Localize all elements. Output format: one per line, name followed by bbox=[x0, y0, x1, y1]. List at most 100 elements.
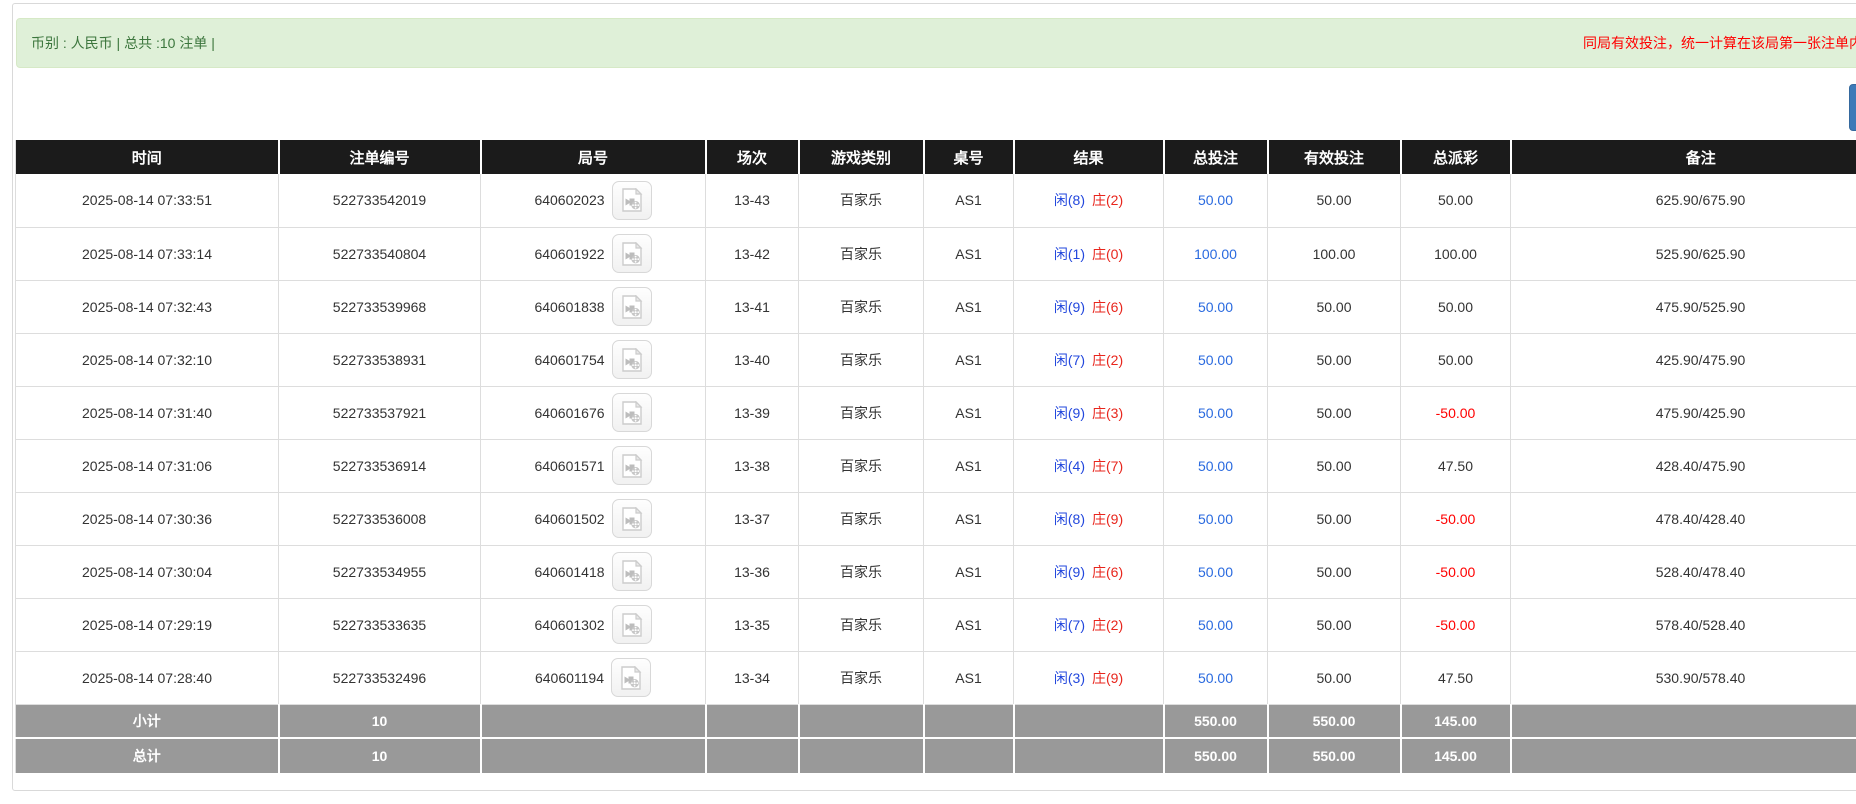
cell-round-number: 640601194 bbox=[481, 651, 706, 704]
total-bet-link[interactable]: 50.00 bbox=[1198, 405, 1233, 421]
result-player: 闲(9) bbox=[1054, 405, 1085, 421]
video-playback-button[interactable] bbox=[612, 234, 652, 273]
cell-game-type: 百家乐 bbox=[799, 545, 924, 598]
cell-remark: 475.90/425.90 bbox=[1511, 386, 1856, 439]
cell-bet-number: 522733533635 bbox=[279, 598, 481, 651]
cell-table-number: AS1 bbox=[924, 280, 1014, 333]
cell-payout: 47.50 bbox=[1401, 651, 1511, 704]
result-banker: 庄(9) bbox=[1092, 511, 1123, 527]
cell-session: 13-35 bbox=[706, 598, 799, 651]
cell-bet-number: 522733540804 bbox=[279, 227, 481, 280]
column-header: 总投注 bbox=[1164, 140, 1268, 174]
cell-time: 2025-08-14 07:32:43 bbox=[16, 280, 279, 333]
round-number-text: 640601302 bbox=[534, 617, 604, 633]
cell-valid-bet: 50.00 bbox=[1268, 492, 1401, 545]
cell-session: 13-37 bbox=[706, 492, 799, 545]
cell-table-number: AS1 bbox=[924, 333, 1014, 386]
cell-total-bet: 50.00 bbox=[1164, 598, 1268, 651]
cell-valid-bet: 50.00 bbox=[1268, 651, 1401, 704]
cell-round-number: 640601838 bbox=[481, 280, 706, 333]
total-bet-link[interactable]: 50.00 bbox=[1198, 352, 1233, 368]
cell-result: 闲(7)庄(2) bbox=[1014, 598, 1164, 651]
video-playback-button[interactable] bbox=[612, 446, 652, 485]
summary-valid-bet: 550.00 bbox=[1268, 738, 1401, 773]
cell-payout: -50.00 bbox=[1401, 386, 1511, 439]
video-playback-button[interactable] bbox=[612, 605, 652, 644]
table-row: 2025-08-14 07:33:51 522733542019 6406020… bbox=[16, 174, 1856, 227]
result-banker: 庄(2) bbox=[1092, 617, 1123, 633]
summary-count: 10 bbox=[279, 738, 481, 773]
video-playback-button[interactable] bbox=[612, 393, 652, 432]
result-banker: 庄(7) bbox=[1092, 458, 1123, 474]
video-playback-icon bbox=[621, 242, 643, 266]
cell-round-number: 640601502 bbox=[481, 492, 706, 545]
cell-time: 2025-08-14 07:31:06 bbox=[16, 439, 279, 492]
cell-total-bet: 100.00 bbox=[1164, 227, 1268, 280]
cell-round-number: 640601418 bbox=[481, 545, 706, 598]
video-playback-button[interactable] bbox=[612, 340, 652, 379]
cell-result: 闲(8)庄(9) bbox=[1014, 492, 1164, 545]
cell-table-number: AS1 bbox=[924, 439, 1014, 492]
cell-valid-bet: 50.00 bbox=[1268, 545, 1401, 598]
cell-result: 闲(4)庄(7) bbox=[1014, 439, 1164, 492]
cell-remark: 478.40/428.40 bbox=[1511, 492, 1856, 545]
cell-session: 13-34 bbox=[706, 651, 799, 704]
summary-payout: 145.00 bbox=[1401, 704, 1511, 738]
cell-round-number: 640601571 bbox=[481, 439, 706, 492]
table-row: 2025-08-14 07:32:43 522733539968 6406018… bbox=[16, 280, 1856, 333]
same-round-warning-text: 同局有效投注，统一计算在该局第一张注单内 bbox=[1583, 19, 1856, 67]
summary-total-bet: 550.00 bbox=[1164, 738, 1268, 773]
table-row: 2025-08-14 07:31:06 522733536914 6406015… bbox=[16, 439, 1856, 492]
table-row: 2025-08-14 07:33:14 522733540804 6406019… bbox=[16, 227, 1856, 280]
video-playback-button[interactable] bbox=[612, 181, 652, 220]
cell-game-type: 百家乐 bbox=[799, 651, 924, 704]
edge-cutoff-button[interactable] bbox=[1849, 84, 1856, 131]
total-bet-link[interactable]: 50.00 bbox=[1198, 458, 1233, 474]
total-bet-link[interactable]: 100.00 bbox=[1194, 246, 1237, 262]
video-playback-icon bbox=[621, 348, 643, 372]
total-bet-link[interactable]: 50.00 bbox=[1198, 617, 1233, 633]
cell-payout: 50.00 bbox=[1401, 174, 1511, 227]
total-bet-link[interactable]: 50.00 bbox=[1198, 670, 1233, 686]
cell-game-type: 百家乐 bbox=[799, 598, 924, 651]
column-header: 有效投注 bbox=[1268, 140, 1401, 174]
cell-remark: 528.40/478.40 bbox=[1511, 545, 1856, 598]
video-playback-button[interactable] bbox=[611, 658, 651, 697]
video-playback-button[interactable] bbox=[612, 552, 652, 591]
cell-table-number: AS1 bbox=[924, 492, 1014, 545]
cell-game-type: 百家乐 bbox=[799, 386, 924, 439]
video-playback-button[interactable] bbox=[612, 287, 652, 326]
bet-records-table: 时间注单编号局号场次游戏类别桌号结果总投注有效投注总派彩备注 2025-08-1… bbox=[15, 140, 1856, 773]
column-header: 注单编号 bbox=[279, 140, 481, 174]
round-number-text: 640601571 bbox=[534, 458, 604, 474]
video-playback-icon bbox=[621, 454, 643, 478]
cell-table-number: AS1 bbox=[924, 174, 1014, 227]
video-playback-button[interactable] bbox=[612, 499, 652, 538]
cell-game-type: 百家乐 bbox=[799, 227, 924, 280]
cell-remark: 475.90/525.90 bbox=[1511, 280, 1856, 333]
cell-result: 闲(8)庄(2) bbox=[1014, 174, 1164, 227]
cell-time: 2025-08-14 07:31:40 bbox=[16, 386, 279, 439]
cell-time: 2025-08-14 07:28:40 bbox=[16, 651, 279, 704]
cell-bet-number: 522733532496 bbox=[279, 651, 481, 704]
cell-time: 2025-08-14 07:30:04 bbox=[16, 545, 279, 598]
total-bet-link[interactable]: 50.00 bbox=[1198, 511, 1233, 527]
total-bet-link[interactable]: 50.00 bbox=[1198, 299, 1233, 315]
cell-result: 闲(1)庄(0) bbox=[1014, 227, 1164, 280]
round-number-text: 640601502 bbox=[534, 511, 604, 527]
cell-time: 2025-08-14 07:33:51 bbox=[16, 174, 279, 227]
column-header: 总派彩 bbox=[1401, 140, 1511, 174]
cell-total-bet: 50.00 bbox=[1164, 333, 1268, 386]
cell-valid-bet: 50.00 bbox=[1268, 280, 1401, 333]
table-row: 2025-08-14 07:31:40 522733537921 6406016… bbox=[16, 386, 1856, 439]
total-bet-link[interactable]: 50.00 bbox=[1198, 192, 1233, 208]
cell-total-bet: 50.00 bbox=[1164, 386, 1268, 439]
cell-bet-number: 522733536914 bbox=[279, 439, 481, 492]
round-number-text: 640602023 bbox=[534, 192, 604, 208]
cell-round-number: 640602023 bbox=[481, 174, 706, 227]
total-bet-link[interactable]: 50.00 bbox=[1198, 564, 1233, 580]
cell-valid-bet: 50.00 bbox=[1268, 598, 1401, 651]
summary-total-bet: 550.00 bbox=[1164, 704, 1268, 738]
cell-session: 13-43 bbox=[706, 174, 799, 227]
cell-time: 2025-08-14 07:33:14 bbox=[16, 227, 279, 280]
